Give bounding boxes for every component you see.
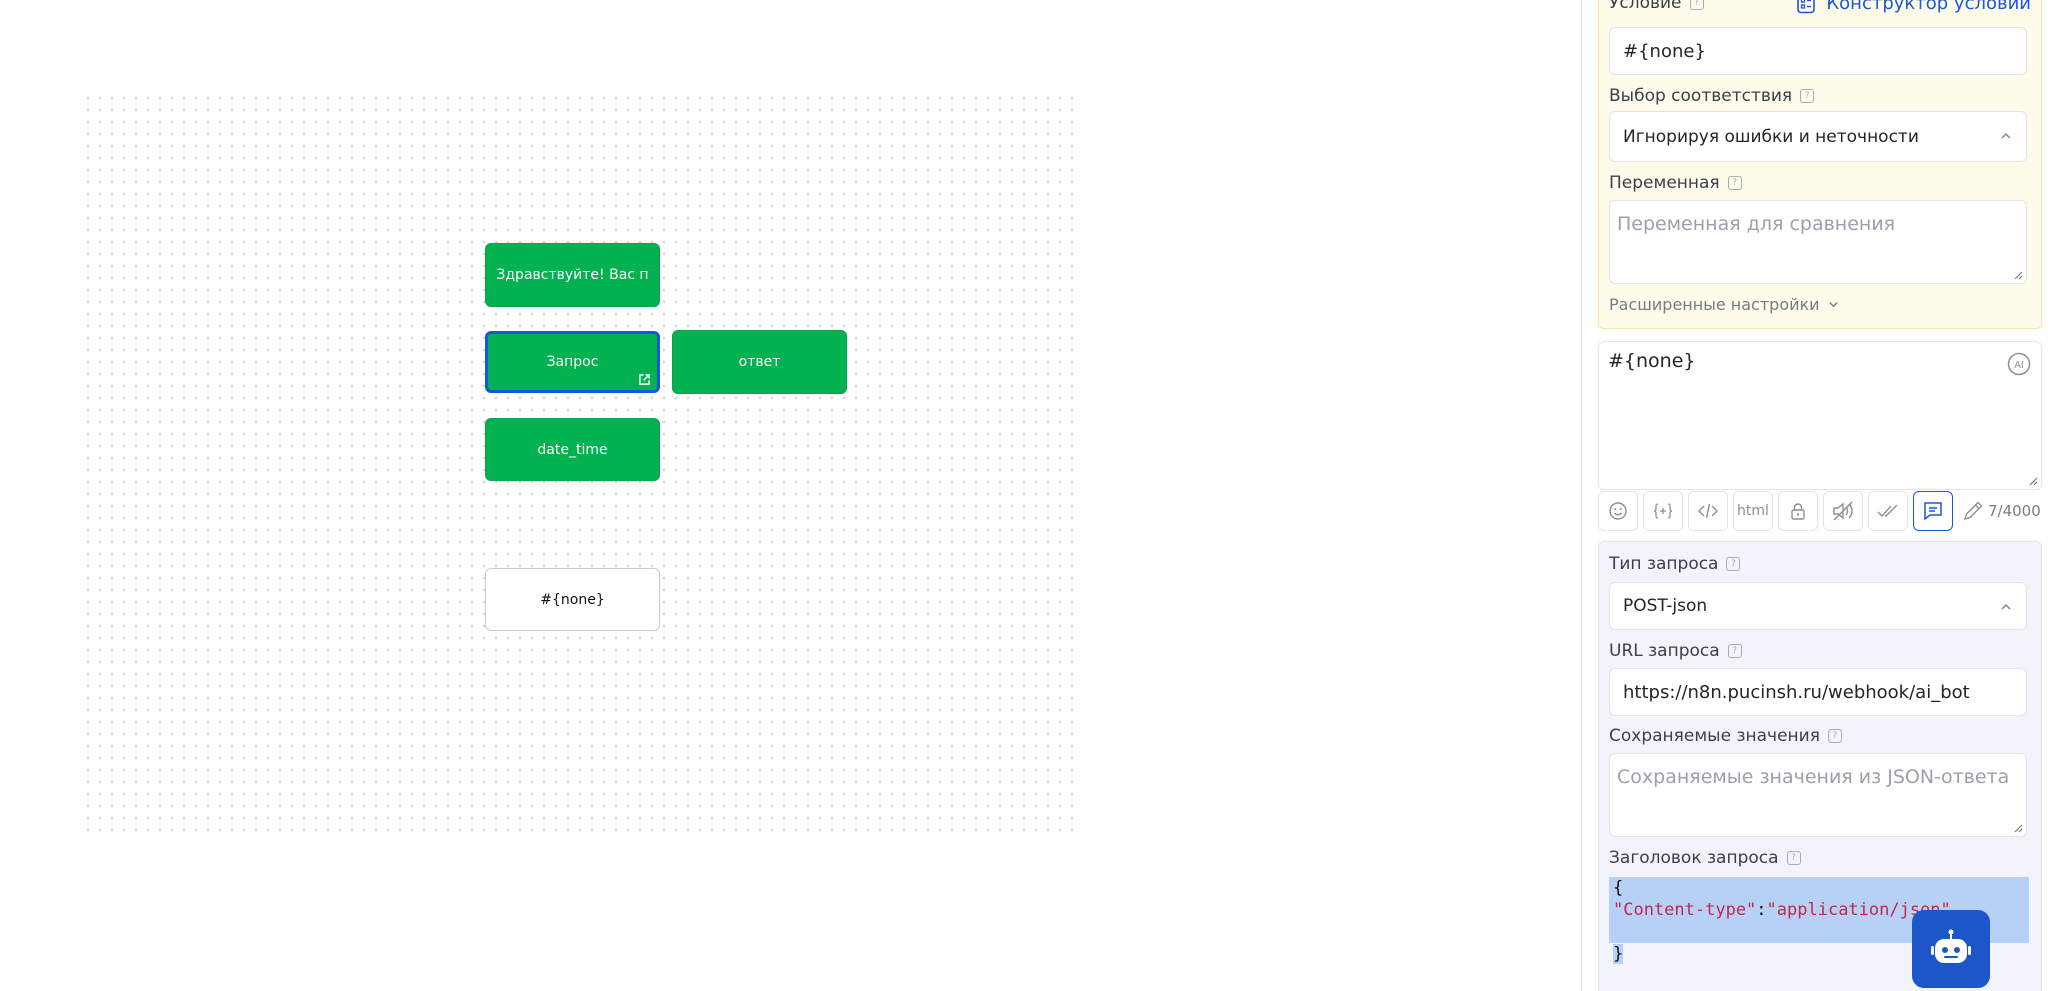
advanced-settings-toggle[interactable]: Расширенные настройки [1609, 295, 1839, 314]
header-label: Заголовок запроса ? [1609, 848, 1801, 868]
app-root: Здравствуйте! Вас п Запрос ответ date_ti… [0, 0, 2061, 991]
node-label: Запрос [546, 354, 599, 370]
html-button[interactable]: html [1733, 491, 1773, 531]
resize-handle-icon[interactable] [2013, 270, 2023, 280]
condition-input[interactable]: #{none} [1609, 27, 2027, 75]
variable-icon [1653, 503, 1673, 519]
code-button[interactable] [1688, 491, 1728, 531]
code-icon [1698, 503, 1718, 519]
node-greeting[interactable]: Здравствуйте! Вас п [485, 243, 660, 307]
node-label: #{none} [540, 591, 605, 608]
saved-values-label: Сохраняемые значения ? [1609, 726, 1842, 746]
chevron-up-icon [2001, 603, 2011, 610]
double-check-button[interactable] [1868, 491, 1908, 531]
url-input[interactable]: https://n8n.pucinsh.ru/webhook/ai_bot [1609, 668, 2027, 716]
help-icon[interactable]: ? [1786, 851, 1801, 865]
settings-panel: Условие ? Конструктор условий #{none} Вы… [1581, 0, 2061, 991]
help-icon[interactable]: ? [1689, 0, 1704, 10]
robot-icon [1931, 929, 1971, 963]
mute-icon [1833, 501, 1853, 521]
condition-section: Условие ? Конструктор условий #{none} Вы… [1598, 0, 2042, 329]
variable-textarea[interactable]: Переменная для сравнения [1609, 200, 2027, 284]
help-icon[interactable]: ? [1727, 644, 1742, 658]
resize-handle-icon[interactable] [2013, 823, 2023, 833]
external-link-icon[interactable] [638, 373, 651, 386]
node-label: Здравствуйте! Вас п [496, 267, 649, 283]
code-line: { [1609, 877, 2029, 899]
match-label: Выбор соответствия ? [1609, 86, 1815, 106]
condition-builder-link[interactable]: Конструктор условий [1796, 0, 2031, 14]
message-toolbar: html 7/4000 [1598, 491, 2042, 533]
variable-label: Переменная ? [1609, 173, 1742, 193]
double-check-icon [1877, 504, 1898, 518]
help-icon[interactable]: ? [1827, 729, 1842, 743]
ai-icon[interactable]: AI [2007, 352, 2031, 376]
pencil-icon[interactable] [1960, 498, 1986, 524]
emoji-icon [1609, 502, 1627, 520]
help-icon[interactable]: ? [1800, 89, 1815, 103]
match-select[interactable]: Игнорируя ошибки и неточности [1609, 111, 2027, 162]
node-label: date_time [537, 441, 608, 458]
chatbot-assistant-button[interactable] [1912, 910, 1990, 988]
svg-text:AI: AI [2014, 360, 2023, 371]
comment-icon [1924, 502, 1942, 521]
condition-label: Условие ? [1609, 0, 1704, 13]
node-answer[interactable]: ответ [672, 330, 847, 394]
node-date-time[interactable]: date_time [485, 418, 660, 481]
chevron-up-icon [2001, 132, 2011, 139]
builder-icon [1797, 0, 1816, 13]
comment-button[interactable] [1913, 491, 1953, 531]
request-type-label: Тип запроса ? [1609, 554, 1741, 574]
chevron-down-icon [1828, 302, 1838, 308]
node-none[interactable]: #{none} [485, 568, 660, 631]
lock-icon [1791, 503, 1805, 520]
node-request[interactable]: Запрос [485, 331, 660, 393]
help-icon[interactable]: ? [1726, 557, 1741, 571]
saved-values-textarea[interactable]: Сохраняемые значения из JSON-ответа [1609, 753, 2027, 837]
resize-handle-icon[interactable] [2028, 476, 2038, 486]
mute-button[interactable] [1823, 491, 1863, 531]
help-icon[interactable]: ? [1727, 176, 1742, 190]
request-type-select[interactable]: POST-json [1609, 582, 2027, 630]
message-textarea[interactable]: #{none} AI [1598, 341, 2042, 490]
variable-button[interactable] [1643, 491, 1683, 531]
url-label: URL запроса ? [1609, 641, 1742, 661]
node-label: ответ [738, 354, 781, 370]
lock-button[interactable] [1778, 491, 1818, 531]
char-counter: 7/4000 [1960, 491, 2041, 531]
emoji-button[interactable] [1598, 491, 1638, 531]
